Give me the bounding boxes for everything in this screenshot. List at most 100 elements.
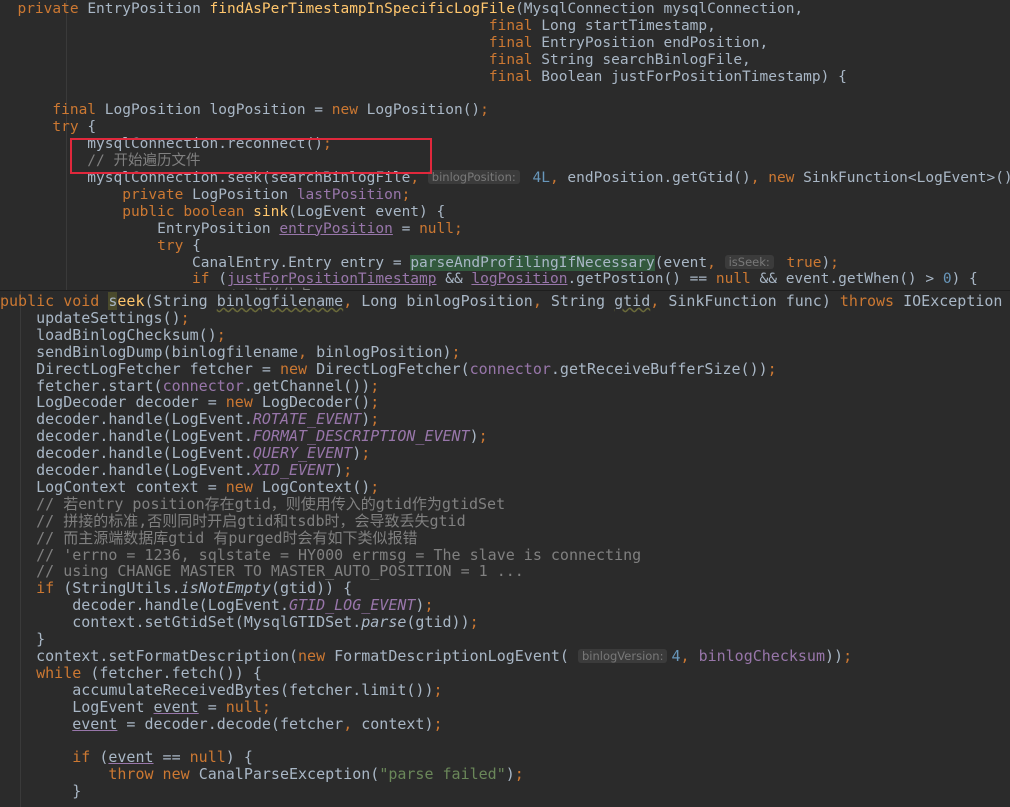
code-token: LogPosition [192,186,297,203]
code-line: loadBinlogChecksum(); [0,326,226,344]
code-token: new [225,393,262,412]
code-token: fetcher.start( [0,376,163,395]
code-line: // 'errno = 1236, sqlstate = HY000 errms… [0,546,641,564]
code-token: XID_EVENT [252,461,335,479]
code-token: mysqlConnection.seek(searchBinlogFile [0,170,411,186]
code-token: DirectLogFetcher( [316,359,470,378]
code-line: public boolean sink(LogEvent event) { [0,204,445,221]
code-token: ; [514,765,524,784]
code-token: // using CHANGE MASTER TO MASTER_AUTO_PO… [0,562,524,581]
code-token: try [0,237,193,254]
code-token: == [153,748,190,767]
code-line: decoder.handle(LogEvent.QUERY_EVENT); [0,445,370,462]
code-token: (gtid)) [406,613,470,632]
code-token: CanalEntry.Entry entry = [0,254,411,271]
code-token: binlogChecksum [698,646,825,665]
code-token: EntryPosition [0,220,280,237]
code-token: EntryPosition endPosition, [541,34,769,51]
code-token: .getChannel()) [243,376,371,395]
code-token: LogEvent [0,697,154,716]
code-token: ; [180,308,190,327]
code-token: LogContext() [261,477,371,496]
code-line: // 拼接的标准,否则同时开启gtid和tsdb时，会导致丢失gtid [0,511,466,530]
code-token: QUERY_EVENT [252,444,353,463]
code-token: ; [433,680,443,699]
code-token: final [488,68,542,85]
code-token: ; [478,427,488,446]
code-token: try [0,119,88,136]
code-token: FormatDescriptionLogEvent( [334,646,578,665]
code-token: event [72,714,118,733]
code-token: ; [843,646,853,665]
code-token: ; [424,596,434,615]
code-token: EntryPosition [87,1,210,17]
code-token: CanalParseException( [198,765,380,784]
code-token: final [488,17,542,34]
code-token: ; [480,102,489,119]
code-token: , [532,292,551,310]
editor-pane-seek-method[interactable]: public void seek(String binlogfilename, … [0,290,1010,807]
code-token: // 拼接的标准,否则同时开启gtid和tsdb时，会导致丢失gtid [0,511,466,530]
code-token: LogContext context = [0,477,226,496]
code-token: { [192,237,201,254]
code-token: , [410,170,428,186]
code-line: LogContext context = new LogContext(); [0,477,380,496]
code-line: decoder.handle(LogEvent.GTID_LOG_EVENT); [0,597,433,614]
code-token: .getPostion() == [567,271,716,288]
code-token: SinkFunction func) [668,292,840,310]
code-token: , [650,292,669,310]
code-token: decoder.handle(LogEvent. [0,596,289,615]
code-token: LogPosition logPosition = [104,102,332,119]
code-line: mysqlConnection.seek(searchBinlogFile, b… [0,170,1010,187]
code-token: GTID_LOG_EVENT [288,596,416,615]
code-token: DirectLogFetcher fetcher = [0,359,280,378]
code-token: (String [144,292,217,310]
code-token: context) [361,714,434,733]
code-token: final [488,34,542,51]
code-token: ; [370,477,380,496]
code-token: parse [361,613,407,632]
code-token: private [0,1,88,17]
code-token: lastPosition [296,186,402,203]
code-token: (fetcher.fetch()) { [90,663,262,682]
code-token: (StringUtils. [63,579,181,598]
code-token: ; [830,254,839,271]
code-token: ; [370,410,380,429]
code-line: private LogPosition lastPosition; [0,187,410,204]
code-token: final [0,102,105,119]
code-line: updateSettings(); [0,308,190,327]
code-token: IOException { [903,292,1010,310]
code-token: LogDecoder() [261,393,371,412]
code-token: null [715,271,760,288]
code-line: if (event == null) { [0,749,253,766]
code-token: throw new [0,765,199,784]
code-line: final EntryPosition endPosition, [0,35,768,52]
code-token: , [680,646,699,665]
code-token: && [436,271,472,288]
code-token: if [0,271,219,288]
code-token: while [0,663,91,682]
code-token: ; [469,613,479,632]
code-token: )) [825,646,844,665]
code-token: isNotEmpty [180,579,271,598]
code-token: endPosition.getGtid() [567,170,751,186]
code-line: } [0,783,81,800]
code-token: throws [839,292,904,310]
code-token: Boolean justForPositionTimestamp) { [541,68,847,85]
code-token: null; [419,220,463,237]
code-token: ) { [225,748,253,767]
code-token: decoder.handle(LogEvent. [0,427,253,446]
code-token: && event.getWhen() > [759,271,943,288]
code-token: eek [117,292,145,310]
code-token: findAsPerTimestampInSpecificLogFile [209,1,516,17]
editor-pane-find-position[interactable]: private EntryPosition findAsPerTimestamp… [0,0,1010,290]
code-token: binlogPosition) [316,342,452,361]
code-token: sink [253,203,289,220]
code-token: context.setGtidSet(MysqlGTIDSet. [0,613,362,632]
code-token: } [0,782,82,801]
code-token: ) [334,461,344,479]
code-token: ; [767,359,777,378]
code-token: Long startTimestamp, [541,17,716,34]
code-token: , [549,170,568,186]
parameter-hint: isSeek: [724,254,774,269]
